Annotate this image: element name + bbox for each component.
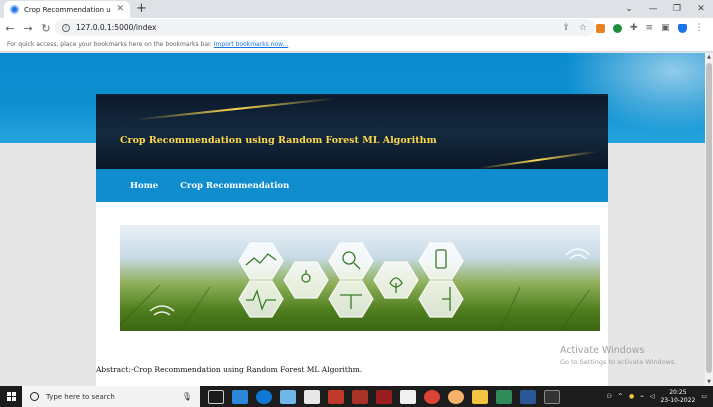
agritech-illustration: [120, 242, 591, 331]
taskbar-apps: [208, 389, 560, 404]
scroll-down-icon[interactable]: ▼: [705, 379, 713, 385]
document-app-icon[interactable]: [400, 389, 416, 404]
page-viewport: Crop Recommendation using Random Forest …: [0, 53, 705, 386]
mail-app-icon[interactable]: [232, 389, 248, 404]
tab-title: Crop Recommendation using Ra: [24, 5, 111, 14]
new-tab-button[interactable]: +: [136, 1, 147, 17]
abstract-text: Abstract:-Crop Recommendation using Rand…: [96, 365, 363, 374]
close-window-icon[interactable]: ✕: [689, 4, 713, 14]
tray-chevron-icon[interactable]: ^: [618, 393, 623, 400]
media-app-icon[interactable]: [328, 389, 344, 404]
forward-icon[interactable]: →: [20, 22, 36, 35]
vscode-app-icon[interactable]: [496, 389, 512, 404]
word-app-icon[interactable]: [520, 389, 536, 404]
taskbar-search[interactable]: Type here to search 🎙: [22, 386, 200, 407]
pen-app-icon[interactable]: [280, 389, 296, 404]
close-tab-icon[interactable]: ✕: [116, 5, 124, 14]
page-container: Crop Recommendation using Random Forest …: [96, 94, 608, 386]
scroll-up-icon[interactable]: ▲: [705, 54, 713, 60]
scroll-thumb[interactable]: [706, 63, 712, 373]
people-icon[interactable]: ⚇: [607, 393, 612, 400]
volume-icon[interactable]: ◁: [650, 393, 655, 400]
header-banner: Crop Recommendation using Random Forest …: [96, 94, 608, 169]
bookmarks-bar: For quick access, place your bookmarks h…: [0, 38, 713, 52]
watermark-title: Activate Windows: [560, 345, 645, 356]
agriculture-hero-image: [120, 225, 600, 331]
windows-logo-icon: [6, 392, 16, 401]
brave-app-icon[interactable]: [448, 389, 464, 404]
photo-app-icon[interactable]: [376, 389, 392, 404]
notifications-icon[interactable]: ▭: [701, 393, 707, 400]
puzzle-extensions-icon[interactable]: ✚: [630, 23, 638, 33]
browser-toolbar: ← → ↻ i 127.0.0.1:5000/index ⇪ ☆ ✚ ≡ ▣ ⋮: [0, 18, 713, 38]
tab-strip: Crop Recommendation using Ra ✕ + ⌄ — ❐ ✕: [0, 0, 713, 18]
reading-list-icon[interactable]: ≡: [646, 23, 654, 33]
microphone-icon[interactable]: 🎙: [182, 392, 192, 401]
system-tray: ⚇ ^ ● ⌁ ◁ 20:25 23-10-2022 ▭: [607, 386, 713, 407]
restore-icon[interactable]: ❐: [665, 4, 689, 14]
store-app-icon[interactable]: [304, 389, 320, 404]
nav-link-home[interactable]: Home: [130, 181, 158, 191]
import-bookmarks-link[interactable]: Import bookmarks now...: [214, 41, 289, 48]
window-controls: ⌄ — ❐ ✕: [617, 0, 713, 18]
extensions-area: ✚ ≡ ▣ ⋮: [596, 18, 704, 38]
share-icon[interactable]: ⇪: [562, 23, 570, 33]
network-icon[interactable]: ⌁: [640, 393, 644, 400]
shield-extension-icon[interactable]: [613, 23, 622, 33]
page-scrollbar[interactable]: ▲ ▼: [705, 53, 713, 386]
edge-browser-icon[interactable]: [256, 389, 272, 404]
menu-kebab-icon[interactable]: ⋮: [695, 23, 704, 33]
nav-link-crop-recommendation[interactable]: Crop Recommendation: [180, 181, 289, 191]
metamask-extension-icon[interactable]: [596, 23, 605, 33]
favicon-icon: [10, 5, 19, 14]
windows-taskbar: Type here to search 🎙 ⚇ ^ ● ⌁ ◁ 20:25 23…: [0, 386, 713, 407]
url-text: 127.0.0.1:5000/index: [76, 23, 157, 32]
reload-icon[interactable]: ↻: [38, 22, 54, 35]
side-panel-icon[interactable]: ▣: [661, 23, 670, 33]
bookmark-star-icon[interactable]: ☆: [579, 23, 587, 33]
system-clock[interactable]: 20:25 23-10-2022: [660, 389, 695, 405]
browser-tab[interactable]: Crop Recommendation using Ra ✕: [4, 1, 130, 18]
norton-icon[interactable]: ●: [629, 393, 634, 400]
bookmarks-prompt: For quick access, place your bookmarks h…: [7, 41, 212, 48]
clock-time: 20:25: [669, 388, 687, 396]
task-view-icon[interactable]: [208, 389, 224, 404]
activate-windows-watermark: Activate Windows Go to Settings to activ…: [560, 345, 676, 366]
file-explorer-icon[interactable]: [472, 389, 488, 404]
site-title: Crop Recommendation using Random Forest …: [120, 135, 437, 146]
tab-search-icon[interactable]: ⌄: [617, 4, 641, 14]
clock-date: 23-10-2022: [660, 396, 696, 404]
nav-bar: Home Crop Recommendation: [96, 169, 608, 202]
taskbar-search-placeholder: Type here to search: [46, 392, 115, 401]
terminal-app-icon[interactable]: [544, 389, 560, 404]
chrome-app-icon[interactable]: [424, 389, 440, 404]
back-icon[interactable]: ←: [2, 22, 18, 35]
start-button[interactable]: [0, 386, 22, 407]
security-extension-icon[interactable]: [677, 23, 687, 33]
search-icon: [30, 392, 39, 401]
site-info-icon[interactable]: i: [62, 23, 70, 32]
minimize-icon[interactable]: —: [641, 4, 665, 14]
watermark-subtitle: Go to Settings to activate Windows.: [560, 358, 677, 366]
game-app-icon[interactable]: [352, 389, 368, 404]
address-bar[interactable]: i 127.0.0.1:5000/index ⇪ ☆: [55, 19, 595, 36]
